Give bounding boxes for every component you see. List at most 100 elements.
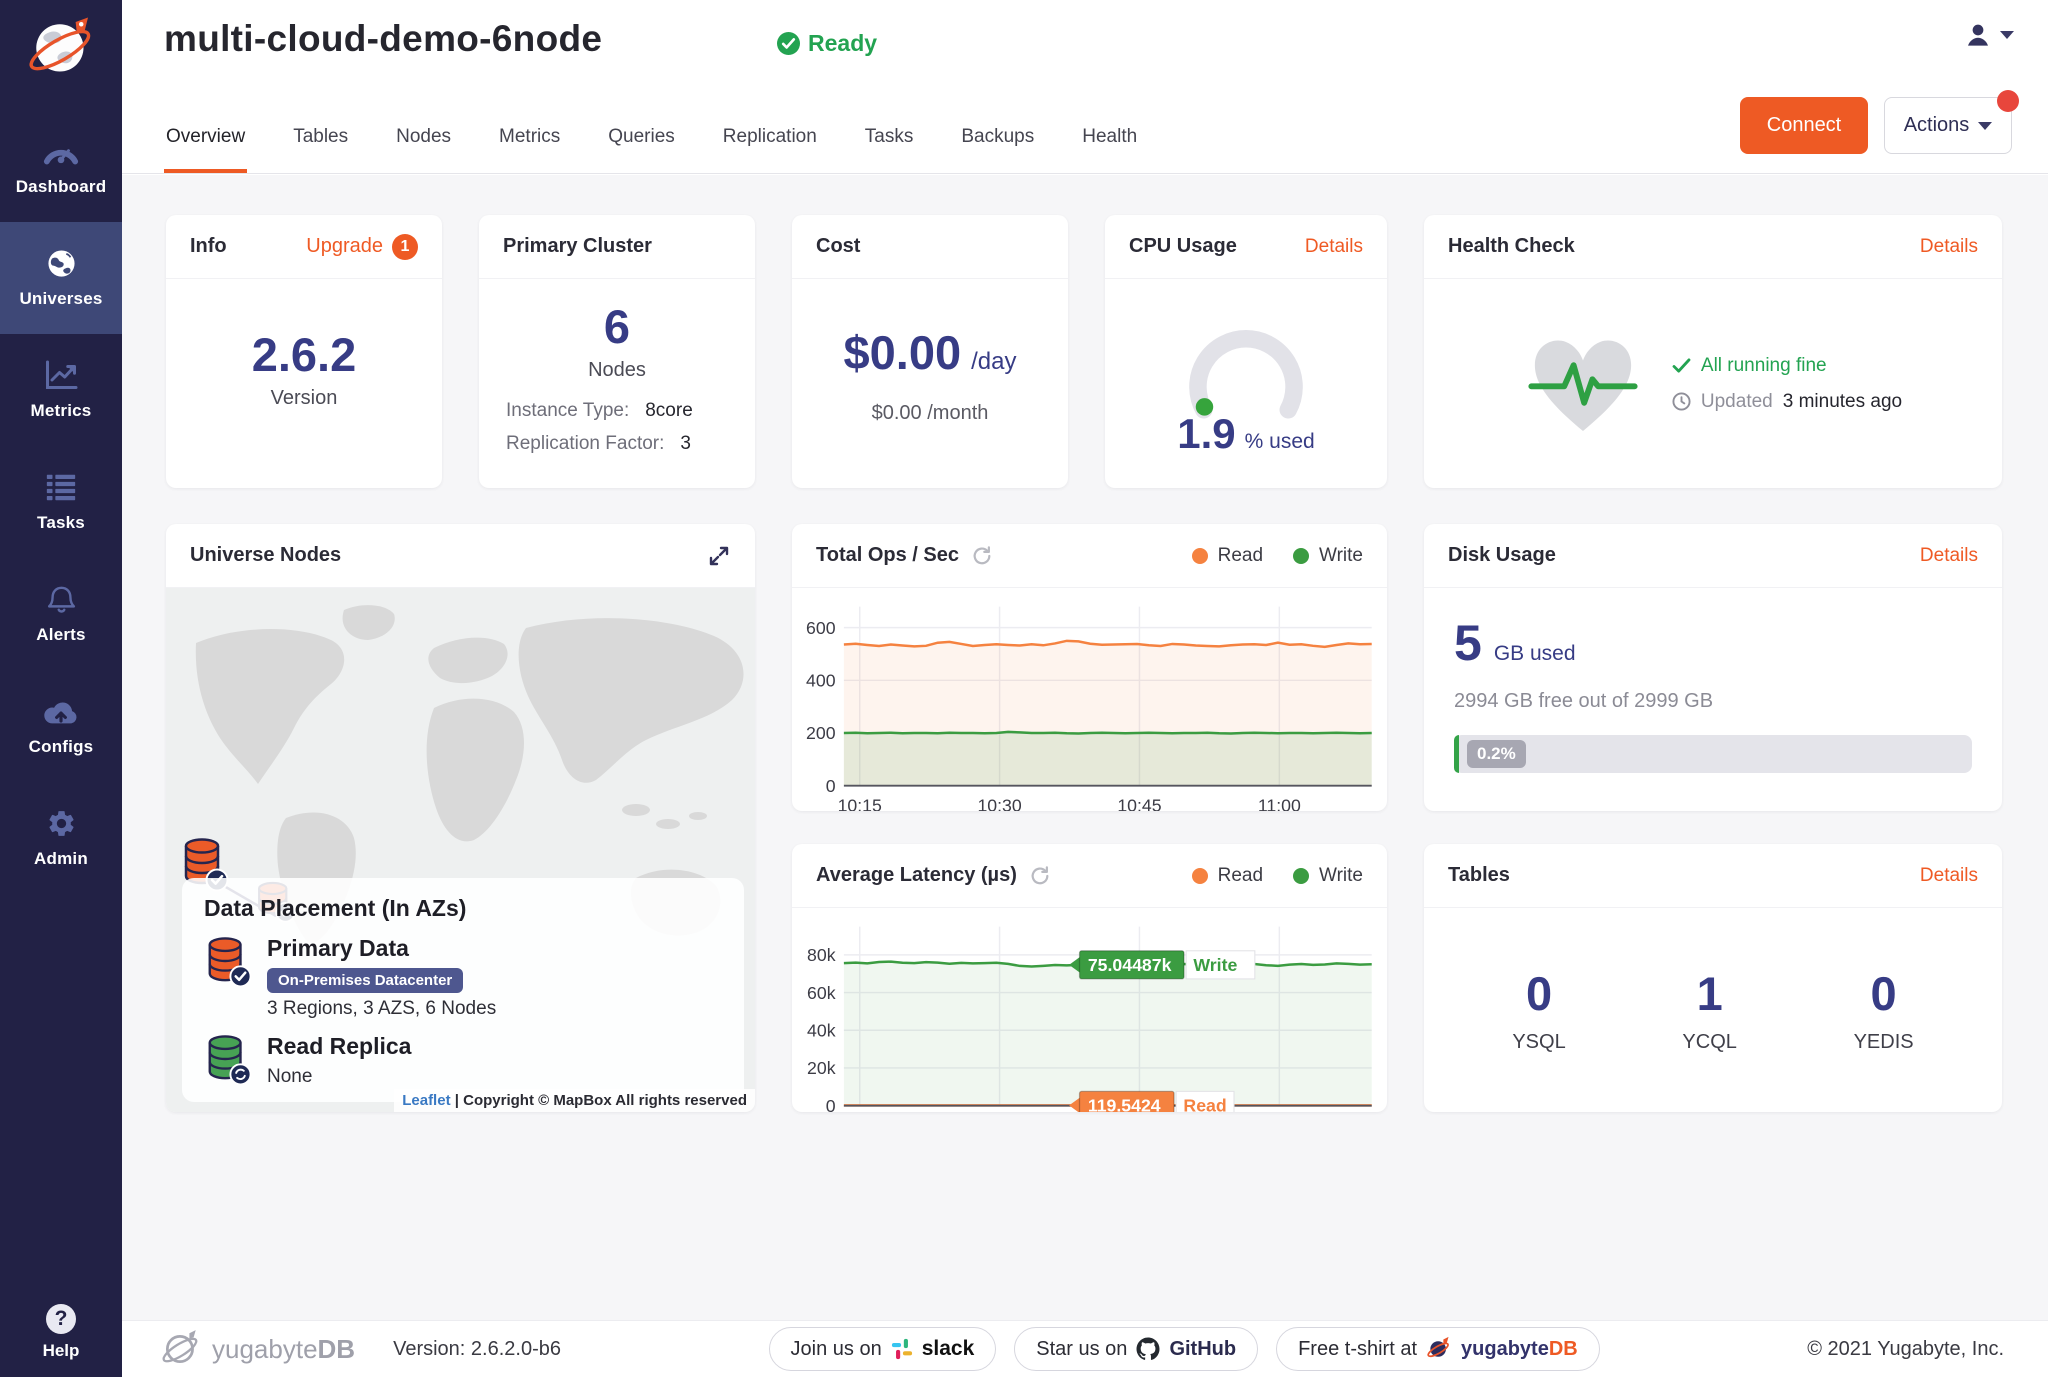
svg-text:400: 400 <box>806 671 836 691</box>
sidebar-item-configs[interactable]: Configs <box>0 670 122 782</box>
cpu-details-link[interactable]: Details <box>1305 236 1363 258</box>
card-title: CPU Usage <box>1129 235 1237 258</box>
topbar: multi-cloud-demo-6node Ready Overview Ta… <box>122 0 2048 174</box>
sidebar-item-help[interactable]: ? Help <box>0 1304 122 1361</box>
disk-details-link[interactable]: Details <box>1920 545 1978 567</box>
read-legend-dot <box>1192 548 1208 564</box>
disk-usage-fill <box>1454 735 1459 773</box>
health-details-link[interactable]: Details <box>1920 236 1978 258</box>
write-legend-dot <box>1293 548 1309 564</box>
average-latency-card: Average Latency (µs) Read Write <box>792 844 1387 1112</box>
version-value: 2.6.2 <box>252 331 357 378</box>
tshirt-button[interactable]: Free t-shirt at yugabyteDB <box>1276 1327 1600 1371</box>
tab-backups[interactable]: Backups <box>959 126 1036 173</box>
actions-button[interactable]: Actions <box>1884 97 2012 154</box>
tab-replication[interactable]: Replication <box>721 126 819 173</box>
sidebar: Dashboard Universes <box>0 0 122 1377</box>
health-status-row: All running fine <box>1672 355 1902 377</box>
github-icon <box>1136 1337 1160 1361</box>
footer-brand: yugabyteDB <box>160 1328 355 1370</box>
world-map[interactable]: Data Placement (In AZs) <box>166 588 755 1112</box>
average-latency-chart: 10:1510:3010:4511:00020k40k60k80k75.0448… <box>792 908 1387 1112</box>
sidebar-item-label: Admin <box>34 849 88 869</box>
sidebar-item-metrics[interactable]: Metrics <box>0 334 122 446</box>
tab-tasks[interactable]: Tasks <box>863 126 916 173</box>
sidebar-item-label: Dashboard <box>16 177 107 197</box>
tab-health[interactable]: Health <box>1080 126 1139 173</box>
svg-text:Write: Write <box>1193 955 1237 975</box>
footer-copyright: © 2021 Yugabyte, Inc. <box>1807 1338 2004 1361</box>
svg-text:40k: 40k <box>807 1020 836 1040</box>
sidebar-item-label: Configs <box>29 737 94 757</box>
nodes-caption: Nodes <box>588 359 646 382</box>
health-check-card: Health Check Details All running fine <box>1424 215 2002 488</box>
cpu-usage-card: CPU Usage Details 1.9 % used <box>1105 215 1387 488</box>
tab-metrics[interactable]: Metrics <box>497 126 562 173</box>
primary-cluster-card: Primary Cluster 6 Nodes Instance Type: 8… <box>479 215 755 488</box>
connect-button[interactable]: Connect <box>1740 97 1868 154</box>
card-title: Universe Nodes <box>190 544 341 567</box>
ycql-count: 1 YCQL <box>1682 966 1736 1054</box>
footer: yugabyteDB Version: 2.6.2.0-b6 Join us o… <box>122 1320 2048 1377</box>
read-replica-row: Read Replica None <box>204 1033 722 1088</box>
disk-usage-bar: 0.2% <box>1454 735 1972 773</box>
disk-usage-card: Disk Usage Details 5 GB used 2994 GB fre… <box>1424 524 2002 811</box>
placement-title: Data Placement (In AZs) <box>204 895 722 922</box>
sidebar-item-admin[interactable]: Admin <box>0 782 122 894</box>
tab-tables[interactable]: Tables <box>291 126 350 173</box>
data-placement-overlay: Data Placement (In AZs) <box>182 878 744 1102</box>
cost-per-day: $0.00 <box>844 329 962 376</box>
primary-db-icon <box>204 935 252 987</box>
refresh-icon[interactable] <box>971 545 993 567</box>
card-title: Cost <box>816 235 860 258</box>
sidebar-item-tasks[interactable]: Tasks <box>0 446 122 558</box>
tab-nodes[interactable]: Nodes <box>394 126 453 173</box>
slack-button[interactable]: Join us on slack <box>769 1327 997 1371</box>
instance-type-row: Instance Type: 8core <box>506 400 728 422</box>
user-icon <box>1963 20 1993 50</box>
card-title: Info <box>190 235 227 258</box>
tab-bar: Overview Tables Nodes Metrics Queries Re… <box>164 126 1139 173</box>
leaflet-link[interactable]: Leaflet <box>402 1092 450 1109</box>
card-title: Average Latency (µs) <box>816 864 1017 887</box>
slack-icon <box>891 1338 913 1360</box>
sidebar-item-dashboard[interactable]: Dashboard <box>0 110 122 222</box>
heartbeat-icon <box>1524 330 1642 438</box>
tables-details-link[interactable]: Details <box>1920 865 1978 887</box>
status-text: Ready <box>808 30 877 57</box>
sidebar-nav: Dashboard Universes <box>0 110 122 894</box>
refresh-icon[interactable] <box>1029 865 1051 887</box>
globe-icon <box>45 247 78 279</box>
chevron-down-icon <box>2000 31 2014 39</box>
sidebar-item-label: Tasks <box>37 513 85 533</box>
yugabyte-logo-icon[interactable] <box>22 10 100 88</box>
read-legend-dot <box>1192 868 1208 884</box>
svg-text:75.04487k: 75.04487k <box>1088 955 1172 975</box>
user-menu[interactable] <box>1963 20 2014 50</box>
clock-icon <box>1672 392 1691 411</box>
datacenter-badge: On-Premises Datacenter <box>267 968 463 993</box>
svg-text:0: 0 <box>826 776 836 796</box>
footer-version: Version: 2.6.2.0-b6 <box>393 1338 561 1361</box>
upgrade-count-badge: 1 <box>392 234 418 260</box>
main-content: Info Upgrade 1 2.6.2 Version Primary Clu… <box>122 175 2048 1320</box>
github-button[interactable]: Star us on GitHub <box>1014 1327 1258 1371</box>
card-title: Total Ops / Sec <box>816 544 959 567</box>
tab-queries[interactable]: Queries <box>606 126 677 173</box>
tab-overview[interactable]: Overview <box>164 126 247 173</box>
upgrade-link[interactable]: Upgrade 1 <box>306 234 418 260</box>
gear-icon <box>46 807 77 839</box>
cloud-upload-icon <box>42 695 80 727</box>
universe-nodes-card: Universe Nodes <box>166 524 755 1112</box>
sidebar-item-alerts[interactable]: Alerts <box>0 558 122 670</box>
bell-icon <box>45 583 78 615</box>
sidebar-item-label: Universes <box>19 289 102 309</box>
ysql-count: 0 YSQL <box>1512 966 1565 1054</box>
sidebar-item-universes[interactable]: Universes <box>0 222 122 334</box>
svg-text:20k: 20k <box>807 1058 836 1078</box>
expand-icon[interactable] <box>707 544 731 568</box>
svg-text:11:00: 11:00 <box>1258 796 1301 811</box>
chevron-down-icon <box>1978 122 1992 130</box>
disk-free-text: 2994 GB free out of 2999 GB <box>1454 690 1713 713</box>
chart-legend: Read Write <box>1192 545 1363 567</box>
